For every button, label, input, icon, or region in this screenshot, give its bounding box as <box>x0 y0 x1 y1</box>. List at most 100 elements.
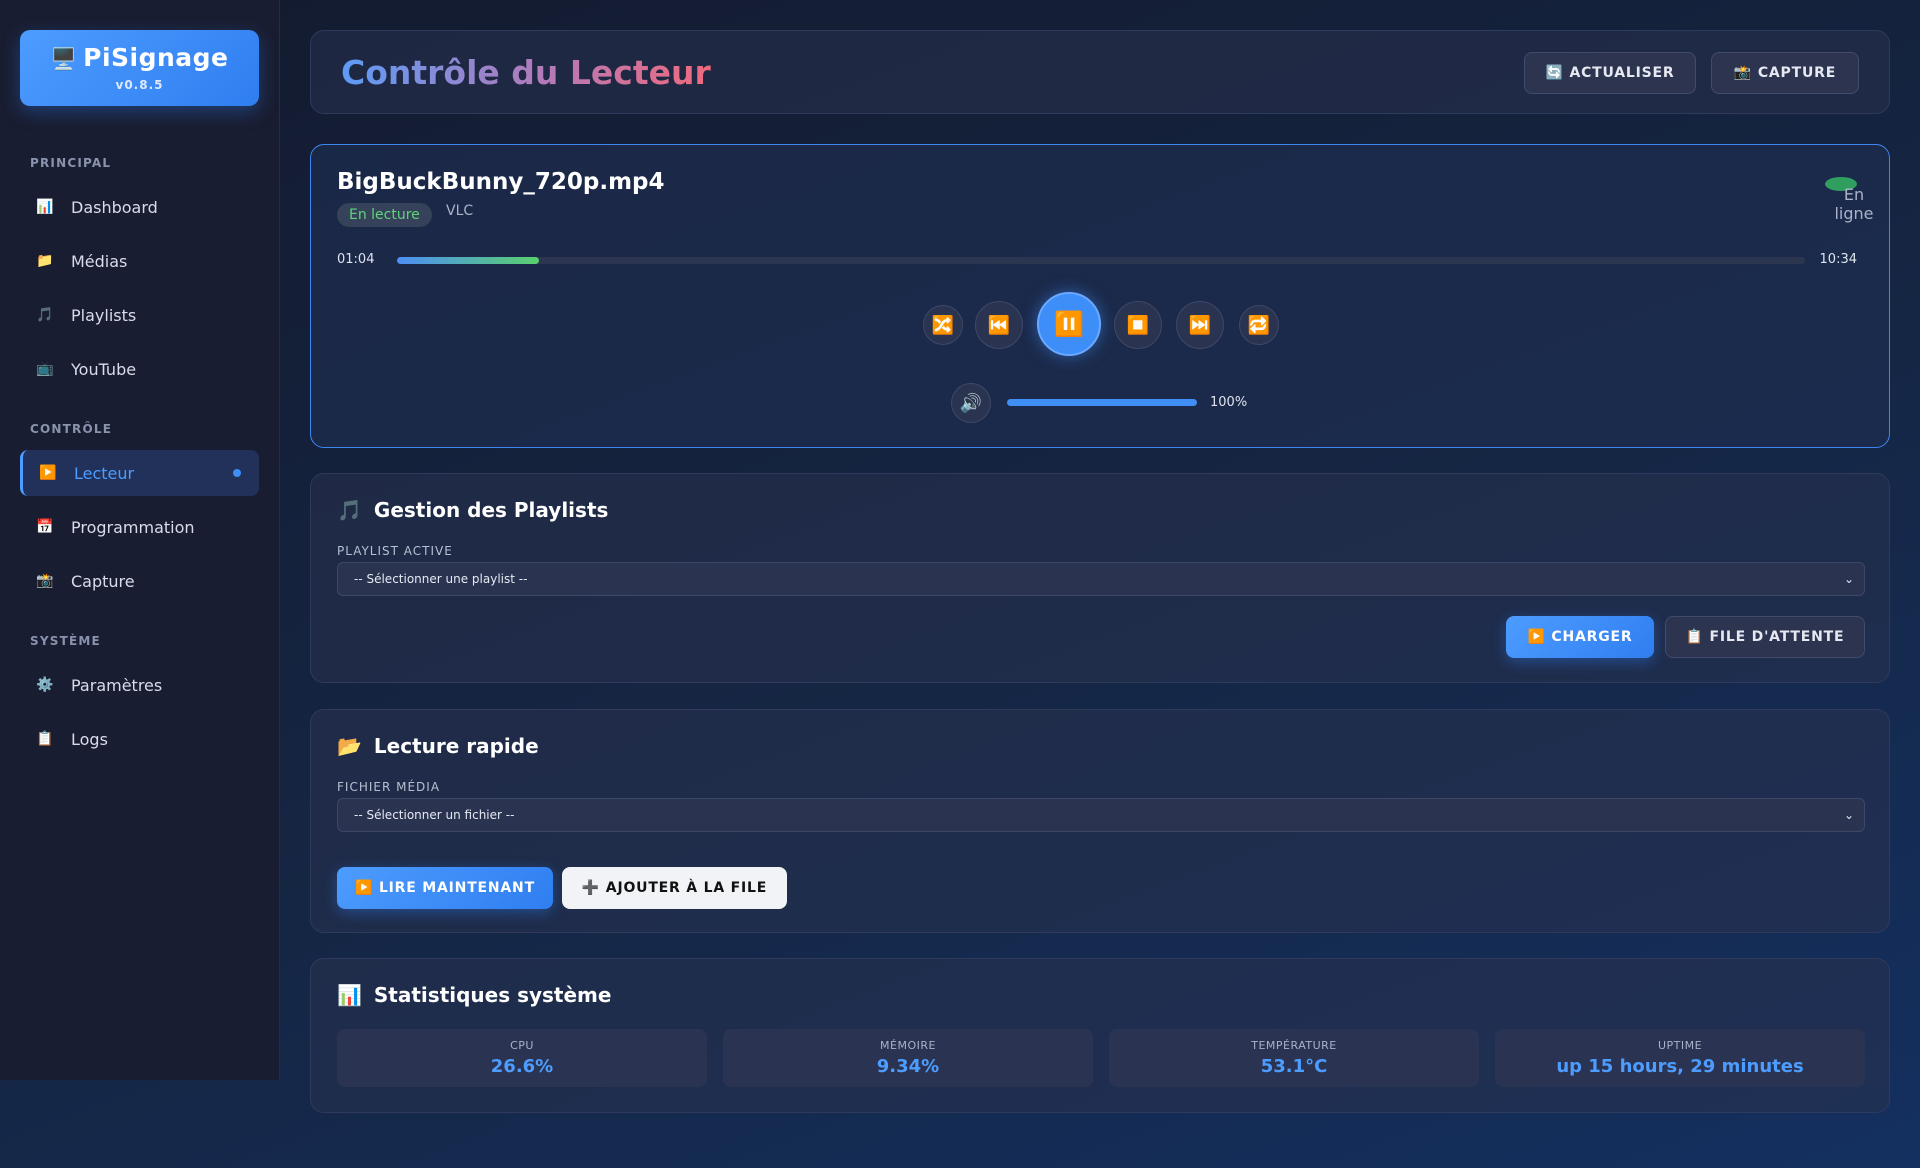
load-playlist-button[interactable]: ▶️ CHARGER <box>1506 616 1654 658</box>
stat-label: UPTIME <box>1657 1039 1703 1052</box>
clipboard-icon: 📋 <box>36 731 54 747</box>
add-to-queue-button[interactable]: ➕ AJOUTER À LA FILE <box>562 867 787 909</box>
previous-icon: ⏮️ <box>987 314 1011 336</box>
section-title: 📂 Lecture rapide <box>337 734 539 758</box>
sidebar-item-playlists[interactable]: 🎵 Playlists <box>20 292 259 338</box>
pause-button[interactable]: ⏸️ <box>1037 292 1101 356</box>
system-stats-card: 📊 Statistiques système CPU 26.6% MÉMOIRE… <box>310 958 1890 1113</box>
nav-section-systeme: SYSTÈME <box>30 634 101 648</box>
track-file-name: BigBuckBunny_720p.mp4 <box>337 169 665 195</box>
shuffle-button[interactable]: 🔀 <box>923 305 963 345</box>
progress-fill <box>397 257 540 264</box>
chart-icon: 📊 <box>337 983 362 1007</box>
sidebar-item-capture[interactable]: 📸 Capture <box>20 558 259 604</box>
sidebar-item-logs[interactable]: 📋 Logs <box>20 716 259 762</box>
playlist-management-card: 🎵 Gestion des Playlists PLAYLIST ACTIVE … <box>310 473 1890 683</box>
quick-play-card: 📂 Lecture rapide FICHIER MÉDIA -- Sélect… <box>310 709 1890 933</box>
open-folder-icon: 📂 <box>337 734 362 758</box>
stat-label: CPU <box>510 1039 534 1052</box>
media-file-select[interactable]: -- Sélectionner un fichier -- ⌄ <box>337 798 1865 832</box>
stat-memory: MÉMOIRE 9.34% <box>723 1029 1093 1087</box>
playlist-select[interactable]: -- Sélectionner une playlist -- ⌄ <box>337 562 1865 596</box>
sidebar-item-label: Médias <box>71 251 128 271</box>
sidebar-item-label: Dashboard <box>71 197 158 217</box>
refresh-button[interactable]: 🔄 ACTUALISER <box>1524 52 1696 94</box>
volume-fill <box>1007 399 1197 406</box>
stat-value: 53.1°C <box>1260 1056 1328 1077</box>
sidebar-item-label: Playlists <box>71 305 137 325</box>
chevron-down-icon: ⌄ <box>1843 572 1854 586</box>
pause-icon: ⏸️ <box>1054 310 1084 338</box>
stat-value: 9.34% <box>876 1056 940 1077</box>
section-title: 🎵 Gestion des Playlists <box>337 498 608 522</box>
sidebar-item-label: Capture <box>71 571 135 591</box>
stat-label: TEMPÉRATURE <box>1251 1039 1337 1052</box>
app-name: PiSignage <box>83 43 229 72</box>
calendar-icon: 📅 <box>36 519 54 535</box>
sidebar-item-youtube[interactable]: 📺 YouTube <box>20 346 259 392</box>
speaker-icon: 🔊 <box>959 392 983 414</box>
sidebar-item-lecteur[interactable]: ▶️ Lecteur <box>20 450 259 496</box>
page-header: Contrôle du Lecteur 🔄 ACTUALISER 📸 CAPTU… <box>310 30 1890 114</box>
next-button[interactable]: ⏭️ <box>1176 301 1224 349</box>
section-title-text: Gestion des Playlists <box>373 498 609 522</box>
music-note-icon: 🎵 <box>36 307 54 323</box>
sidebar-item-label: YouTube <box>71 359 137 379</box>
now-playing-card: BigBuckBunny_720p.mp4 En lecture VLC En … <box>310 144 1890 448</box>
stat-label: MÉMOIRE <box>880 1039 936 1052</box>
previous-button[interactable]: ⏮️ <box>975 301 1023 349</box>
field-label: PLAYLIST ACTIVE <box>337 544 453 558</box>
queue-button[interactable]: 📋 FILE D'ATTENTE <box>1665 616 1865 658</box>
app-logo[interactable]: 🖥️ PiSignage v0.8.5 <box>20 30 259 106</box>
repeat-button[interactable]: 🔁 <box>1239 305 1279 345</box>
stat-uptime: UPTIME up 15 hours, 29 minutes <box>1495 1029 1865 1087</box>
sidebar-item-programmation[interactable]: 📅 Programmation <box>20 504 259 550</box>
nav-section-principal: PRINCIPAL <box>30 156 112 170</box>
tv-icon: 📺 <box>36 361 54 377</box>
sidebar: 🖥️ PiSignage v0.8.5 PRINCIPAL 📊 Dashboard… <box>0 0 280 1080</box>
camera-icon: 📸 <box>36 573 54 589</box>
nav-section-controle: CONTRÔLE <box>30 422 113 436</box>
stat-value: 26.6% <box>490 1056 554 1077</box>
monitor-icon: 🖥️ <box>50 47 78 71</box>
app-logo-title: 🖥️ PiSignage <box>20 43 259 72</box>
sidebar-item-medias[interactable]: 📁 Médias <box>20 238 259 284</box>
app-version: v0.8.5 <box>115 78 164 92</box>
chart-icon: 📊 <box>36 199 54 215</box>
folder-icon: 📁 <box>36 253 54 269</box>
current-time: 01:04 <box>337 252 375 267</box>
shuffle-icon: 🔀 <box>931 314 955 336</box>
select-value: -- Sélectionner un fichier -- <box>354 808 515 822</box>
sidebar-item-label: Logs <box>71 729 108 749</box>
total-time: 10:34 <box>1819 252 1857 267</box>
section-title-text: Statistiques système <box>373 983 612 1007</box>
active-indicator-dot <box>233 469 241 477</box>
select-value: -- Sélectionner une playlist -- <box>354 572 528 586</box>
section-title: 📊 Statistiques système <box>337 983 611 1007</box>
music-note-icon: 🎵 <box>337 498 362 522</box>
volume-value: 100% <box>1210 395 1248 410</box>
play-now-button[interactable]: ▶️ LIRE MAINTENANT <box>337 867 553 909</box>
sidebar-item-label: Lecteur <box>74 463 135 483</box>
stop-button[interactable]: ⏹️ <box>1114 301 1162 349</box>
sidebar-item-label: Paramètres <box>71 675 163 695</box>
stat-temperature: TEMPÉRATURE 53.1°C <box>1109 1029 1479 1087</box>
stop-icon: ⏹️ <box>1126 314 1150 336</box>
progress-bar[interactable] <box>397 257 1805 264</box>
sidebar-item-label: Programmation <box>71 517 195 537</box>
volume-slider[interactable] <box>1007 399 1197 406</box>
field-label: FICHIER MÉDIA <box>337 780 441 794</box>
gear-icon: ⚙️ <box>36 677 54 693</box>
section-title-text: Lecture rapide <box>373 734 539 758</box>
player-engine-label: VLC <box>446 203 474 219</box>
stat-value: up 15 hours, 29 minutes <box>1556 1056 1804 1077</box>
sidebar-item-dashboard[interactable]: 📊 Dashboard <box>20 184 259 230</box>
page-title: Contrôle du Lecteur <box>341 53 711 92</box>
play-icon: ▶️ <box>39 465 57 481</box>
sidebar-item-parametres[interactable]: ⚙️ Paramètres <box>20 662 259 708</box>
chevron-down-icon: ⌄ <box>1843 808 1854 822</box>
playback-state-badge: En lecture <box>337 203 432 227</box>
stat-cpu: CPU 26.6% <box>337 1029 707 1087</box>
mute-button[interactable]: 🔊 <box>951 383 991 423</box>
capture-button[interactable]: 📸 CAPTURE <box>1711 52 1859 94</box>
